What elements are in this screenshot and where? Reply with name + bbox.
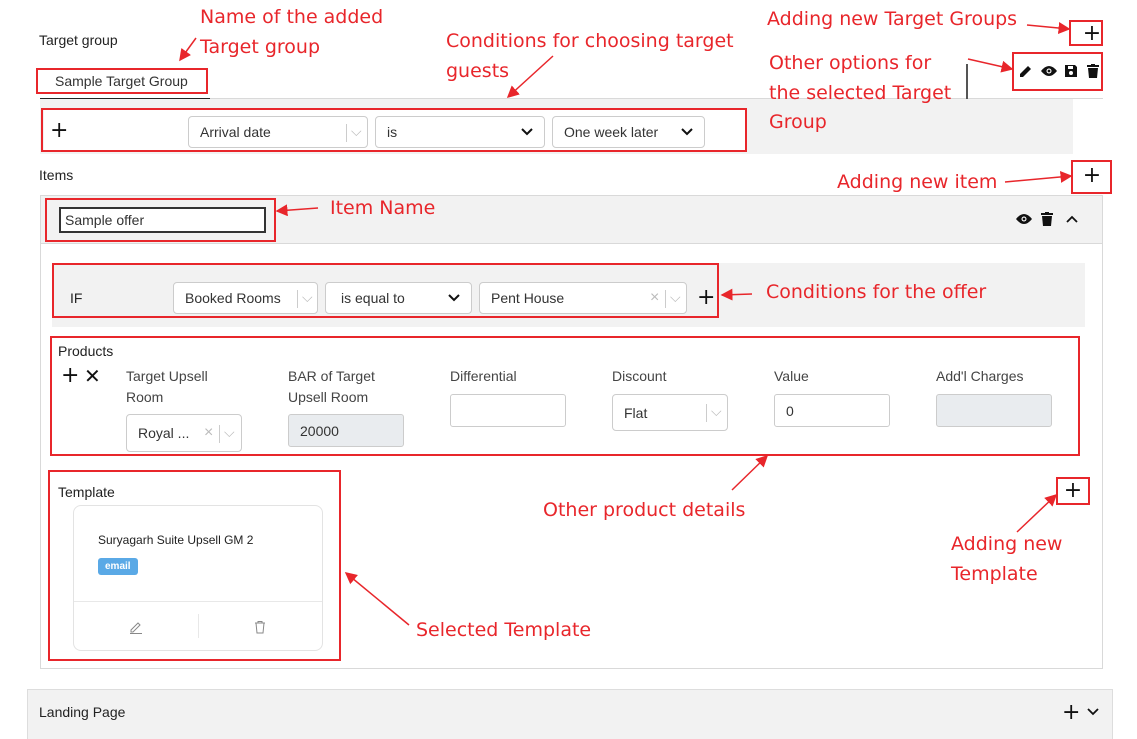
arrow-adding-groups (1026, 22, 1071, 34)
arrow-conditions-offer (720, 288, 753, 301)
arrow-conditions-guests (506, 55, 554, 99)
arrow-item-name (275, 204, 319, 217)
arrow-other-options (967, 58, 1014, 73)
arrow-adding-template (1016, 493, 1058, 533)
arrow-other-product (731, 454, 769, 491)
arrow-selected-template (344, 572, 410, 626)
arrow-name-added (179, 37, 197, 62)
annotation-arrows (179, 22, 1073, 626)
arrow-adding-item (1004, 170, 1073, 183)
